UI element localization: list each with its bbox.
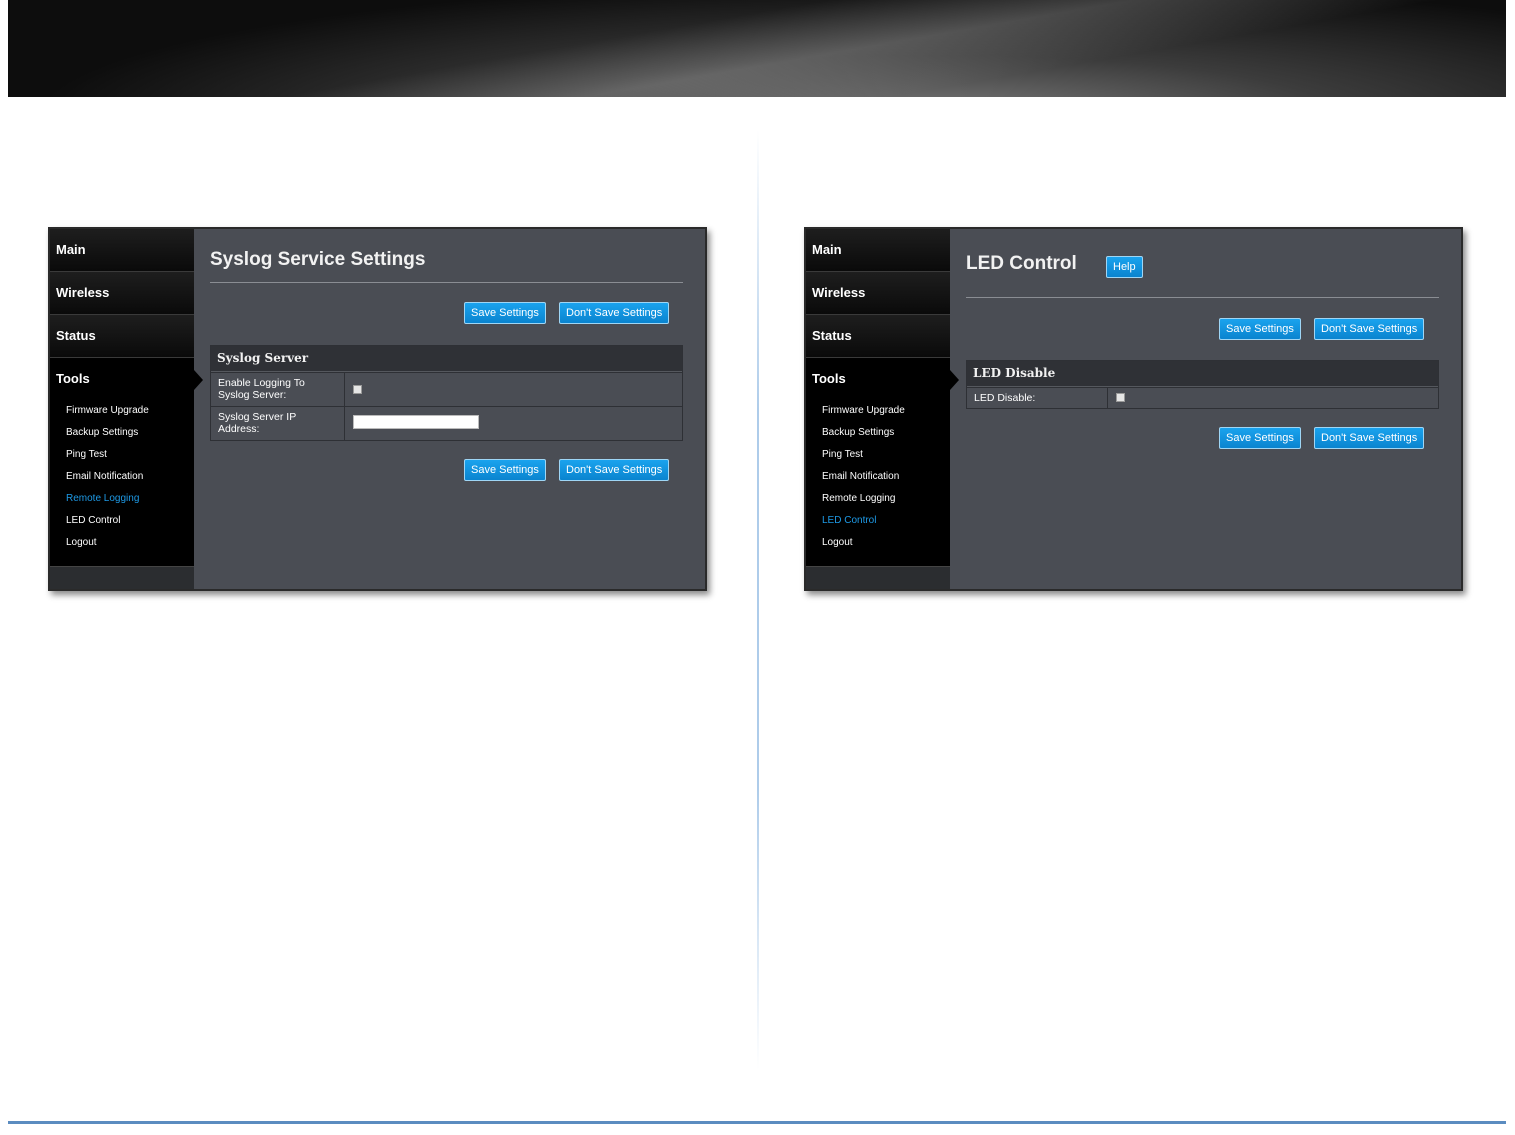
sidebar-item-firmware-upgrade[interactable]: Firmware Upgrade	[822, 400, 950, 422]
enable-logging-label: Enable Logging To Syslog Server:	[211, 373, 345, 406]
sidebar-item-firmware-upgrade[interactable]: Firmware Upgrade	[66, 400, 194, 422]
dont-save-settings-button-top[interactable]: Don't Save Settings	[1314, 318, 1425, 340]
enable-logging-cell	[345, 373, 682, 406]
sidebar-item-remote-logging[interactable]: Remote Logging	[66, 488, 194, 510]
header-banner	[8, 0, 1506, 97]
nav-status[interactable]: Status	[806, 315, 950, 358]
led-disable-cell	[1108, 388, 1438, 408]
sidebar-item-led-control[interactable]: LED Control	[822, 510, 950, 532]
syslog-server-table: Syslog Server Enable Logging To Syslog S…	[210, 345, 683, 441]
save-settings-button-bottom[interactable]: Save Settings	[1219, 427, 1301, 449]
nav-main[interactable]: Main	[50, 229, 194, 272]
nav-status[interactable]: Status	[50, 315, 194, 358]
title-divider	[210, 282, 683, 283]
nav-wireless[interactable]: Wireless	[806, 272, 950, 315]
dont-save-settings-button-top[interactable]: Don't Save Settings	[559, 302, 670, 324]
nav-tools[interactable]: Tools	[806, 358, 959, 400]
nav-tools-label: Tools	[56, 371, 90, 386]
sidebar-item-ping-test[interactable]: Ping Test	[66, 444, 194, 466]
page-title: Syslog Service Settings	[210, 249, 426, 270]
sidebar-item-remote-logging[interactable]: Remote Logging	[822, 488, 950, 510]
led-disable-label: LED Disable:	[967, 388, 1108, 408]
table-row: LED Disable:	[967, 387, 1438, 408]
sidebar: Main Wireless Status Tools Firmware Upgr…	[50, 229, 203, 589]
footer-line	[8, 1121, 1506, 1124]
sidebar-item-logout[interactable]: Logout	[66, 532, 194, 554]
section-title: LED Disable	[967, 361, 1438, 387]
save-settings-button-top[interactable]: Save Settings	[1219, 318, 1301, 340]
save-settings-button-top[interactable]: Save Settings	[464, 302, 546, 324]
table-row: Syslog Server IP Address:	[211, 406, 682, 440]
syslog-settings-panel: Main Wireless Status Tools Firmware Upgr…	[48, 227, 707, 591]
led-disable-checkbox[interactable]	[1116, 393, 1125, 402]
main-content: LED Control Help Save Settings Don't Sav…	[966, 229, 1439, 589]
sidebar-footer	[806, 566, 950, 589]
help-button[interactable]: Help	[1106, 256, 1143, 278]
tools-submenu: Firmware Upgrade Backup Settings Ping Te…	[50, 400, 194, 554]
nav-main[interactable]: Main	[806, 229, 950, 272]
active-arrow-icon	[950, 370, 959, 390]
sidebar-item-led-control[interactable]: LED Control	[66, 510, 194, 532]
title-divider	[966, 297, 1439, 298]
nav-tools-label: Tools	[812, 371, 846, 386]
page-title: LED Control	[966, 253, 1077, 274]
sidebar-item-backup-settings[interactable]: Backup Settings	[822, 422, 950, 444]
save-settings-button-bottom[interactable]: Save Settings	[464, 459, 546, 481]
sidebar-item-ping-test[interactable]: Ping Test	[822, 444, 950, 466]
enable-logging-checkbox[interactable]	[353, 385, 362, 394]
sidebar-item-email-notification[interactable]: Email Notification	[66, 466, 194, 488]
led-control-panel: Main Wireless Status Tools Firmware Upgr…	[804, 227, 1463, 591]
dont-save-settings-button-bottom[interactable]: Don't Save Settings	[559, 459, 670, 481]
sidebar-item-logout[interactable]: Logout	[822, 532, 950, 554]
main-content: Syslog Service Settings Save Settings Do…	[210, 229, 683, 589]
sidebar-footer	[50, 566, 194, 589]
table-row: Enable Logging To Syslog Server:	[211, 372, 682, 406]
nav-tools[interactable]: Tools	[50, 358, 203, 400]
page-divider	[757, 130, 759, 1070]
dont-save-settings-button-bottom[interactable]: Don't Save Settings	[1314, 427, 1425, 449]
section-title: Syslog Server	[211, 346, 682, 372]
syslog-ip-cell	[345, 407, 682, 440]
syslog-ip-input[interactable]	[353, 415, 479, 429]
sidebar-item-email-notification[interactable]: Email Notification	[822, 466, 950, 488]
active-arrow-icon	[194, 370, 203, 390]
syslog-ip-label: Syslog Server IP Address:	[211, 407, 345, 440]
sidebar-item-backup-settings[interactable]: Backup Settings	[66, 422, 194, 444]
tools-submenu: Firmware Upgrade Backup Settings Ping Te…	[806, 400, 950, 554]
sidebar: Main Wireless Status Tools Firmware Upgr…	[806, 229, 959, 589]
nav-wireless[interactable]: Wireless	[50, 272, 194, 315]
led-disable-table: LED Disable LED Disable:	[966, 360, 1439, 409]
